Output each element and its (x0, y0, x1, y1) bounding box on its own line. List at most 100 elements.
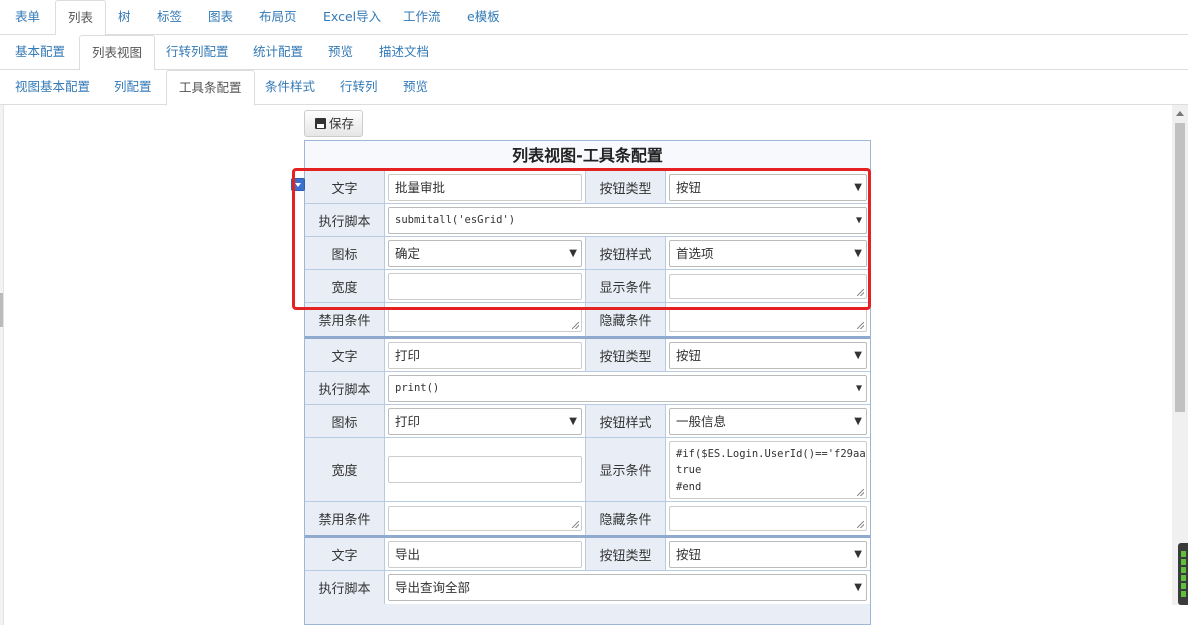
tab-tags[interactable]: 标签 (145, 0, 194, 35)
script-value: print() (395, 381, 440, 394)
label-text: 文字 (305, 171, 385, 203)
tab-toolbar-config[interactable]: 工具条配置 (166, 70, 255, 106)
script-value: 导出查询全部 (395, 580, 471, 595)
tab-layout-page[interactable]: 布局页 (247, 0, 309, 35)
dropdown-arrow-icon: ▼ (854, 349, 862, 361)
tab-view-basic-config[interactable]: 视图基本配置 (3, 70, 102, 105)
tab-excel-import[interactable]: Excel导入 (311, 0, 393, 35)
main-tabbar: 表单 列表 树 标签 图表 布局页 Excel导入 工作流 e模板 (0, 0, 1188, 36)
label-hide-condition: 隐藏条件 (586, 502, 666, 535)
button-type-select[interactable]: 按钮 ▼ (669, 540, 867, 568)
label-hide-condition: 隐藏条件 (586, 303, 666, 336)
icon-select[interactable]: 确定 ▼ (388, 239, 582, 267)
label-script: 执行脚本 (305, 571, 385, 604)
script-value: submitall('esGrid') (395, 213, 516, 226)
left-edge (0, 105, 4, 625)
script-select[interactable]: 导出查询全部 ▼ (388, 574, 867, 601)
show-condition-textarea[interactable]: #if($ES.Login.UserId()=='f29aac03 true #… (669, 440, 867, 499)
label-button-type: 按钮类型 (586, 171, 666, 203)
button-style-select[interactable]: 首选项 ▼ (669, 239, 867, 267)
tab-description-doc[interactable]: 描述文档 (367, 35, 441, 70)
button-type-value: 按钮 (676, 347, 702, 363)
button-type-value: 按钮 (676, 546, 702, 562)
toolbar-config-form: 列表视图-工具条配置 文字 批量审批 按钮类型 按钮 ▼ 执行脚本 submita… (304, 140, 871, 625)
tab-list[interactable]: 列表 (55, 0, 107, 36)
button-config-group: 文字 打印 按钮类型 按钮 ▼ 执行脚本 print() ▼ 图标 打印 ▼ 按钮样式… (305, 339, 870, 538)
button-type-select[interactable]: 按钮 ▼ (669, 341, 867, 369)
tab-conditional-style[interactable]: 条件样式 (253, 70, 327, 105)
button-type-value: 按钮 (676, 179, 702, 195)
button-config-group: 文字 导出 按钮类型 按钮 ▼ 执行脚本 导出查询全部 ▼ (305, 538, 870, 604)
dropdown-arrow-icon: ▼ (854, 548, 862, 560)
tab-form[interactable]: 表单 (3, 0, 52, 35)
label-width: 宽度 (305, 270, 385, 302)
form-row: 执行脚本 print() ▼ (305, 372, 870, 405)
label-icon: 图标 (305, 405, 385, 437)
text-input[interactable]: 导出 (388, 540, 582, 568)
tab-tree[interactable]: 树 (106, 0, 143, 35)
show-condition-textarea[interactable] (669, 273, 867, 299)
label-script: 执行脚本 (305, 204, 385, 236)
script-select[interactable]: print() ▼ (388, 374, 867, 402)
disable-condition-textarea[interactable] (388, 307, 582, 332)
tab-chart[interactable]: 图表 (196, 0, 245, 35)
script-select[interactable]: submitall('esGrid') ▼ (388, 206, 867, 234)
tab-stats-config[interactable]: 统计配置 (241, 35, 315, 70)
button-style-value: 一般信息 (676, 413, 727, 429)
dropdown-arrow-icon: ▼ (855, 214, 862, 226)
tab-e-template[interactable]: e模板 (455, 0, 512, 35)
text-input[interactable]: 打印 (388, 341, 582, 369)
form-row: 宽度 显示条件 #if($ES.Login.UserId()=='f29aac0… (305, 438, 870, 502)
dropdown-arrow-icon: ▼ (854, 582, 862, 593)
form-row: 宽度 显示条件 (305, 270, 870, 303)
tab-preview-2[interactable]: 预览 (391, 70, 440, 105)
vertical-scrollbar[interactable] (1172, 105, 1188, 605)
label-button-style: 按钮样式 (586, 405, 666, 437)
scrollbar-thumb[interactable] (1175, 123, 1185, 412)
form-row: 文字 打印 按钮类型 按钮 ▼ (305, 339, 870, 372)
dropdown-arrow-icon: ▼ (569, 415, 577, 427)
disable-condition-textarea[interactable] (388, 506, 582, 531)
form-row: 文字 批量审批 按钮类型 按钮 ▼ (305, 171, 870, 204)
tab-basic-config[interactable]: 基本配置 (3, 35, 77, 70)
scroll-up-arrow-icon[interactable] (1176, 111, 1184, 116)
label-disable-condition: 禁用条件 (305, 502, 385, 535)
collapse-group-button[interactable] (291, 178, 305, 191)
hide-condition-textarea[interactable] (669, 307, 867, 332)
tab-preview[interactable]: 预览 (316, 35, 365, 70)
tab-column-config[interactable]: 列配置 (102, 70, 164, 105)
side-widget[interactable] (1178, 543, 1188, 605)
form-row: 禁用条件 隐藏条件 (305, 502, 870, 535)
label-button-type: 按钮类型 (586, 339, 666, 371)
width-input[interactable] (388, 272, 582, 300)
form-row: 禁用条件 隐藏条件 (305, 303, 870, 336)
form-row: 文字 导出 按钮类型 按钮 ▼ (305, 538, 870, 571)
icon-select[interactable]: 打印 ▼ (388, 407, 582, 435)
button-style-select[interactable]: 一般信息 ▼ (669, 407, 867, 435)
save-button-label: 保存 (329, 116, 355, 131)
form-row: 执行脚本 submitall('esGrid') ▼ (305, 204, 870, 237)
text-input[interactable]: 批量审批 (388, 173, 582, 201)
label-button-type: 按钮类型 (586, 538, 666, 570)
list-subtabbar: 基本配置 列表视图 行转列配置 统计配置 预览 描述文档 (0, 35, 1188, 71)
label-button-style: 按钮样式 (586, 237, 666, 269)
label-show-condition: 显示条件 (586, 438, 666, 501)
width-input[interactable] (388, 456, 582, 483)
tab-row-to-col[interactable]: 行转列 (328, 70, 390, 105)
dropdown-arrow-icon: ▼ (854, 247, 862, 259)
list-view-subtabbar: 视图基本配置 列配置 工具条配置 条件样式 行转列 预览 (0, 70, 1188, 106)
label-show-condition: 显示条件 (586, 270, 666, 302)
tab-row-to-col-config[interactable]: 行转列配置 (154, 35, 241, 70)
tab-workflow[interactable]: 工作流 (391, 0, 453, 35)
label-text: 文字 (305, 538, 385, 570)
label-script: 执行脚本 (305, 372, 385, 404)
form-title: 列表视图-工具条配置 (305, 141, 870, 171)
floppy-disk-icon (315, 118, 326, 129)
save-button[interactable]: 保存 (304, 110, 363, 137)
hide-condition-textarea[interactable] (669, 506, 867, 531)
button-type-select[interactable]: 按钮 ▼ (669, 173, 867, 201)
tab-list-view[interactable]: 列表视图 (79, 35, 156, 71)
left-edge-marker (0, 293, 3, 327)
icon-value: 确定 (395, 245, 421, 261)
label-icon: 图标 (305, 237, 385, 269)
